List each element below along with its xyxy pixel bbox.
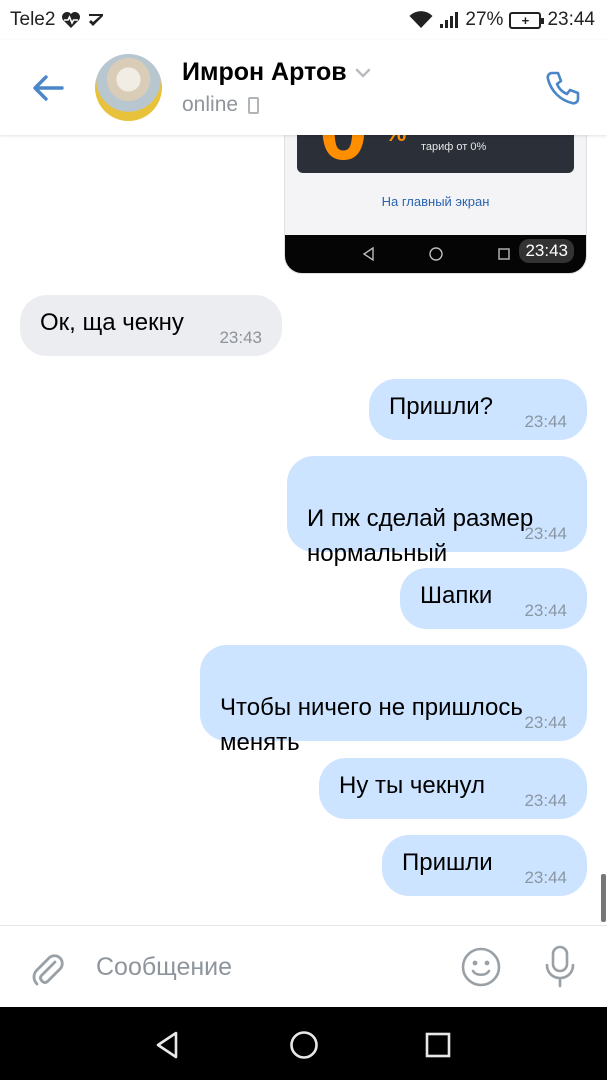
system-navigation-bar [0, 1007, 607, 1080]
phone-icon[interactable] [543, 68, 583, 108]
nav-back-icon[interactable] [152, 1029, 184, 1061]
check-icon [89, 14, 104, 26]
screenshot-percent: % [385, 135, 406, 148]
status-right: 27% + 23:44 [409, 9, 595, 31]
heart-pulse-icon [62, 12, 81, 28]
back-arrow-icon[interactable] [28, 68, 68, 108]
message-text: Пришли? [389, 393, 494, 420]
contact-name: Имрон Артов [182, 58, 347, 86]
nav-recent-icon[interactable] [424, 1031, 452, 1059]
nav-home-icon [429, 247, 443, 261]
status-bar: Tele2 27% + 23:44 [0, 0, 607, 40]
message-composer [0, 925, 607, 1007]
message-text: Пришли [402, 849, 493, 876]
microphone-icon[interactable] [540, 944, 580, 990]
message-bubble-incoming[interactable]: Ок, ща чекну 23:43 [20, 295, 282, 356]
contact-status-row: online [182, 93, 260, 117]
nav-back-icon [362, 246, 374, 262]
emoji-icon[interactable] [460, 946, 502, 988]
message-bubble-outgoing[interactable]: Пришли? 23:44 [369, 379, 587, 440]
message-text: Чтобы ничего не пришлось менять [220, 694, 523, 756]
battery-icon: + [509, 11, 545, 29]
message-text: Ну ты чекнул [339, 772, 485, 799]
carrier-label: Tele2 [10, 9, 56, 30]
message-input[interactable] [96, 944, 436, 990]
message-bubble-outgoing[interactable]: Ну ты чекнул 23:44 [319, 758, 587, 819]
message-bubble-outgoing[interactable]: И пж сделай размер нормальный 23:44 [287, 456, 587, 567]
screenshot-link: На главный экран [381, 194, 490, 209]
chevron-down-icon [355, 68, 370, 78]
signal-icon [440, 12, 459, 28]
screenshot-tariff-text: тариф от 0% [421, 141, 487, 153]
message-time: 23:44 [524, 791, 567, 810]
message-text: И пж сделай размер нормальный [307, 505, 534, 567]
message-bubble-outgoing[interactable]: Чтобы ничего не пришлось менять 23:44 [200, 645, 587, 756]
message-time: 23:44 [524, 713, 567, 732]
scrollbar[interactable] [601, 874, 606, 922]
message-text: Шапки [420, 582, 493, 609]
paperclip-icon[interactable] [30, 948, 66, 988]
clock: 23:44 [547, 9, 595, 30]
message-bubble-outgoing[interactable]: Пришли 23:44 [382, 835, 587, 896]
message-time: 23:44 [524, 524, 567, 543]
battery-percent: 27% [465, 9, 504, 30]
contact-status: online [182, 93, 239, 116]
avatar[interactable] [95, 54, 162, 121]
status-left: Tele2 [10, 9, 105, 31]
message-text: Ок, ща чекну [40, 309, 184, 336]
screenshot-big-text: 0 [319, 135, 368, 180]
mobile-device-icon [248, 96, 260, 114]
message-bubble-outgoing[interactable]: Шапки 23:44 [400, 568, 587, 629]
nav-recent-icon [498, 248, 510, 260]
screenshot-navbar: 23:43 [285, 235, 586, 273]
message-time: 23:43 [519, 239, 574, 263]
nav-home-icon[interactable] [288, 1029, 320, 1061]
screenshot-banner: 0 % тариф от 0% [297, 135, 574, 178]
wifi-icon [409, 11, 433, 28]
message-time: 23:44 [524, 412, 567, 431]
message-time: 23:44 [524, 868, 567, 887]
contact-name-row[interactable]: Имрон Артов [182, 58, 371, 87]
screenshot-attachment[interactable]: 0 % тариф от 0% На главный экран 23:43 [284, 135, 587, 274]
message-time: 23:44 [524, 601, 567, 620]
message-list[interactable]: 0 % тариф от 0% На главный экран 23:43 О… [0, 135, 607, 925]
message-time: 23:43 [219, 328, 262, 347]
chat-header: Имрон Артов online [0, 40, 607, 135]
